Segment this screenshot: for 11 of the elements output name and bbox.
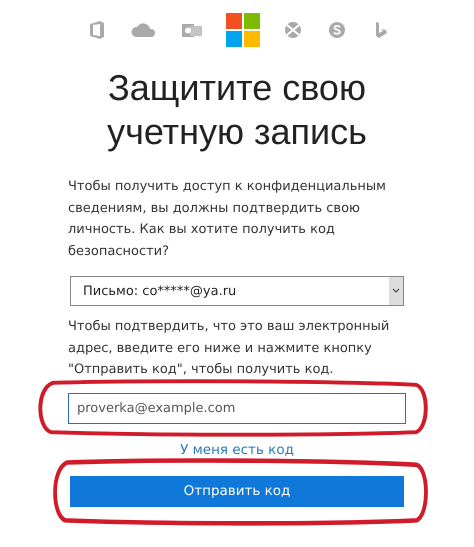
ball-icon [282,19,304,41]
windows-logo-icon [226,13,260,47]
intro-text: Чтобы получить доступ к конфиденциальным сведениям, вы должны подтвердить свою личность. Как вы хотите получить код безопасности? [68,178,387,260]
caret-icon [389,277,403,305]
page-title: Защитите свою учетную запись [107,66,367,154]
email-field[interactable]: proverka@example.com [68,392,406,424]
instructions-text: Чтобы подтвердить, что это ваш электронный адрес, введите его ниже и нажмите кнопку "Отправить код", чтобы получить код. [68,318,390,379]
have-code-link[interactable]: У меня есть код [180,442,294,464]
send-code-button[interactable]: Отправить код [70,476,404,506]
method-dropdown[interactable]: Письмо: co*****@ya.ru [70,276,404,306]
s-badge-icon [326,19,348,41]
